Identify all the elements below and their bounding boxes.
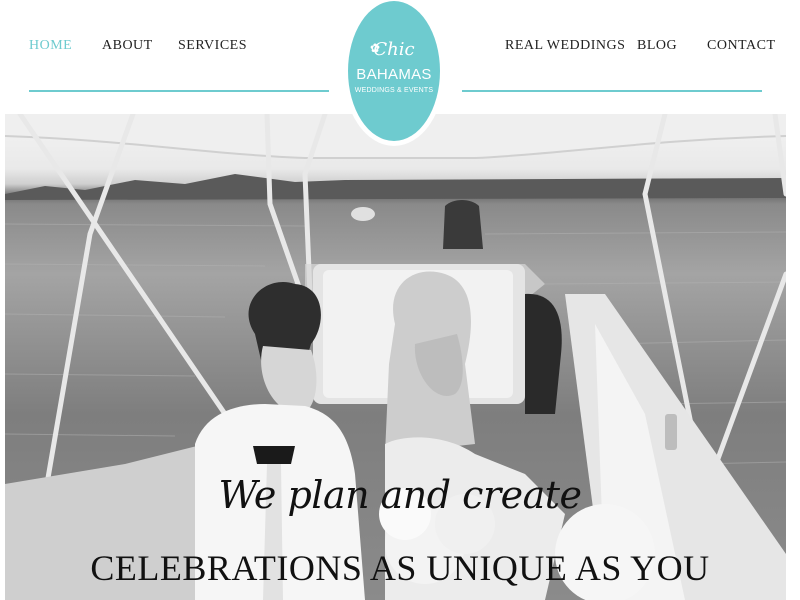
nav-services-link[interactable]: SERVICES: [178, 38, 247, 54]
logo-badge: ✿ Chic BAHAMAS WEDDINGS & EVENTS: [348, 1, 440, 141]
hero-tagline-script: We plan and create: [218, 473, 582, 517]
nav-home-link[interactable]: HOME: [29, 38, 72, 54]
nav-divider-left: [29, 90, 329, 92]
logo-sub-text: WEDDINGS & EVENTS: [354, 87, 434, 94]
site-logo[interactable]: ✿ Chic BAHAMAS WEDDINGS & EVENTS: [343, 0, 445, 146]
hero-photo-illustration: [5, 114, 786, 600]
logo-script-text: Chic: [373, 39, 415, 60]
nav-contact-link[interactable]: CONTACT: [707, 38, 776, 54]
nav-divider-right: [462, 90, 762, 92]
nav-blog-link[interactable]: BLOG: [637, 38, 677, 54]
logo-main-text: BAHAMAS: [356, 66, 432, 83]
nav-real-weddings-link[interactable]: REAL WEDDINGS: [505, 38, 625, 54]
nav-about-link[interactable]: ABOUT: [102, 38, 153, 54]
hero-image: [5, 114, 786, 600]
hero-tagline-main: CELEBRATIONS AS UNIQUE AS YOU: [90, 548, 710, 588]
